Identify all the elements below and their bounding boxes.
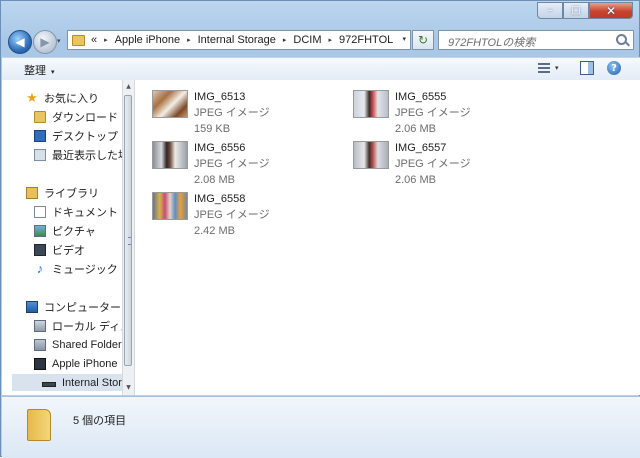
maximize-button[interactable]: □ [563,2,589,19]
video-icon [34,243,46,256]
caption-buttons: – □ ✕ [537,2,633,19]
downloads-folder-icon [34,110,46,123]
chevron-right-icon[interactable]: ▸ [329,36,333,44]
sidebar-item-shared-folders[interactable]: Shared Folders [34,336,123,353]
photo-thumbnail [353,141,389,169]
file-name: IMG_6557 [395,142,447,154]
minimize-button[interactable]: – [537,2,563,19]
address-dropdown-icon[interactable]: ▾ [402,35,406,43]
breadcrumb-972fhtol[interactable]: 972FHTOL [339,34,393,46]
photo-thumbnail [152,90,188,118]
forward-button[interactable]: ▶ [33,30,57,54]
recent-pages-dropdown[interactable]: ▾ [57,37,61,45]
breadcrumb-internal-storage[interactable]: Internal Storage [198,34,276,46]
sidebar-item-pictures[interactable]: ピクチャ [34,222,96,239]
sidebar-item-documents[interactable]: ドキュメント [34,203,118,220]
library-icon [26,186,38,199]
photo-thumbnail [353,90,389,118]
sidebar-item-local-disk[interactable]: ローカル ディスク [34,317,123,334]
sidebar-item-recent-places[interactable]: 最近表示した場所 [34,146,123,163]
scroll-up-icon[interactable]: ▲ [123,81,134,93]
file-size: 2.42 MB [194,225,235,237]
grip-icon [128,237,131,245]
item-count: 5 個の項目 [73,415,127,427]
folder-icon [72,34,85,46]
address-bar[interactable]: « ▸ Apple iPhone ▸ Internal Storage ▸ DC… [67,30,411,50]
search-box[interactable]: 972FHTOLの検索 [438,30,634,50]
sidebar-group-libraries[interactable]: ライブラリ [26,184,99,201]
file-type: JPEG イメージ [395,158,471,170]
document-icon [34,205,46,218]
explorer-window: – □ ✕ ◀ ▶ ▾ « ▸ Apple iPhone ▸ Internal … [0,0,640,458]
view-options-dropdown[interactable]: ▾ [555,64,559,72]
file-type: JPEG イメージ [194,209,270,221]
back-button[interactable]: ◀ [8,30,32,54]
sidebar-group-computer[interactable]: コンピューター [26,298,121,315]
file-name: IMG_6555 [395,91,447,103]
scrollbar-thumb[interactable] [124,95,132,366]
sidebar-item-music[interactable]: ♪ ミュージック [34,260,118,277]
details-pane: 5 個の項目 [2,396,640,458]
chevron-right-icon[interactable]: ▸ [104,36,108,44]
file-list: IMG_6513 JPEG イメージ 159 KB IMG_6555 JPEG イメー… [134,80,640,395]
chevron-right-icon[interactable]: ▸ [283,36,287,44]
close-button[interactable]: ✕ [589,2,633,19]
desktop-icon [34,129,46,142]
file-item-img-6556[interactable]: IMG_6556 JPEG イメージ 2.08 MB [135,131,325,186]
file-item-img-6555[interactable]: IMG_6555 JPEG イメージ 2.06 MB [336,80,526,135]
sidebar-group-favorites[interactable]: ★ お気に入り [26,89,99,106]
breadcrumb-dcim[interactable]: DCIM [293,34,321,46]
sidebar-item-downloads[interactable]: ダウンロード [34,108,118,125]
refresh-button[interactable]: ↻ [412,30,434,50]
file-name: IMG_6556 [194,142,246,154]
help-button[interactable]: ? [607,61,621,75]
file-type: JPEG イメージ [194,107,270,119]
file-item-img-6558[interactable]: IMG_6558 JPEG イメージ 2.42 MB [135,182,325,237]
sidebar-item-desktop[interactable]: デスクトップ [34,127,118,144]
recent-places-icon [34,148,46,161]
file-item-img-6557[interactable]: IMG_6557 JPEG イメージ 2.06 MB [336,131,526,186]
sidebar-item-internal-storage[interactable]: Internal Storage [42,374,123,391]
chevron-down-icon: ▾ [51,69,55,76]
file-size: 2.06 MB [395,174,436,186]
file-name: IMG_6513 [194,91,246,103]
arrow-right-icon: ▶ [40,35,50,49]
search-input[interactable]: 972FHTOLの検索 [448,34,535,50]
help-icon: ? [611,62,617,74]
file-item-img-6513[interactable]: IMG_6513 JPEG イメージ 159 KB [135,80,325,135]
folder-icon [27,409,51,441]
navigation-pane: ★お気に入り ダウンロード デスクトップ 最近表示した場所 ライブラリ ドキュメ… [2,80,123,395]
phone-icon [34,357,46,370]
star-icon: ★ [26,89,38,105]
computer-icon [26,300,38,313]
sidebar-scrollbar[interactable]: ▲ ▼ [122,80,134,395]
music-icon: ♪ [36,260,44,276]
organize-button[interactable]: 整理 ▾ [24,62,55,78]
search-icon[interactable] [616,34,627,45]
file-name: IMG_6558 [194,193,246,205]
sidebar-item-apple-iphone[interactable]: Apple iPhone [34,355,117,372]
file-type: JPEG イメージ [395,107,471,119]
storage-icon [42,381,56,387]
network-drive-icon [34,338,46,351]
change-view-button[interactable] [538,61,550,73]
chevron-right-icon[interactable]: ▸ [187,36,191,44]
hard-disk-icon [34,319,46,332]
photo-thumbnail [152,192,188,220]
file-type: JPEG イメージ [194,158,270,170]
refresh-icon: ↻ [417,33,429,47]
preview-pane-button[interactable] [580,61,594,75]
breadcrumb-apple-iphone[interactable]: Apple iPhone [115,34,180,46]
scroll-down-icon[interactable]: ▼ [123,382,134,394]
picture-icon [34,224,46,237]
sidebar-item-videos[interactable]: ビデオ [34,241,85,258]
arrow-left-icon: ◀ [15,35,25,49]
breadcrumb-overflow[interactable]: « [91,34,97,46]
photo-thumbnail [152,141,188,169]
command-bar: 整理 ▾ ▾ ? [2,57,640,81]
